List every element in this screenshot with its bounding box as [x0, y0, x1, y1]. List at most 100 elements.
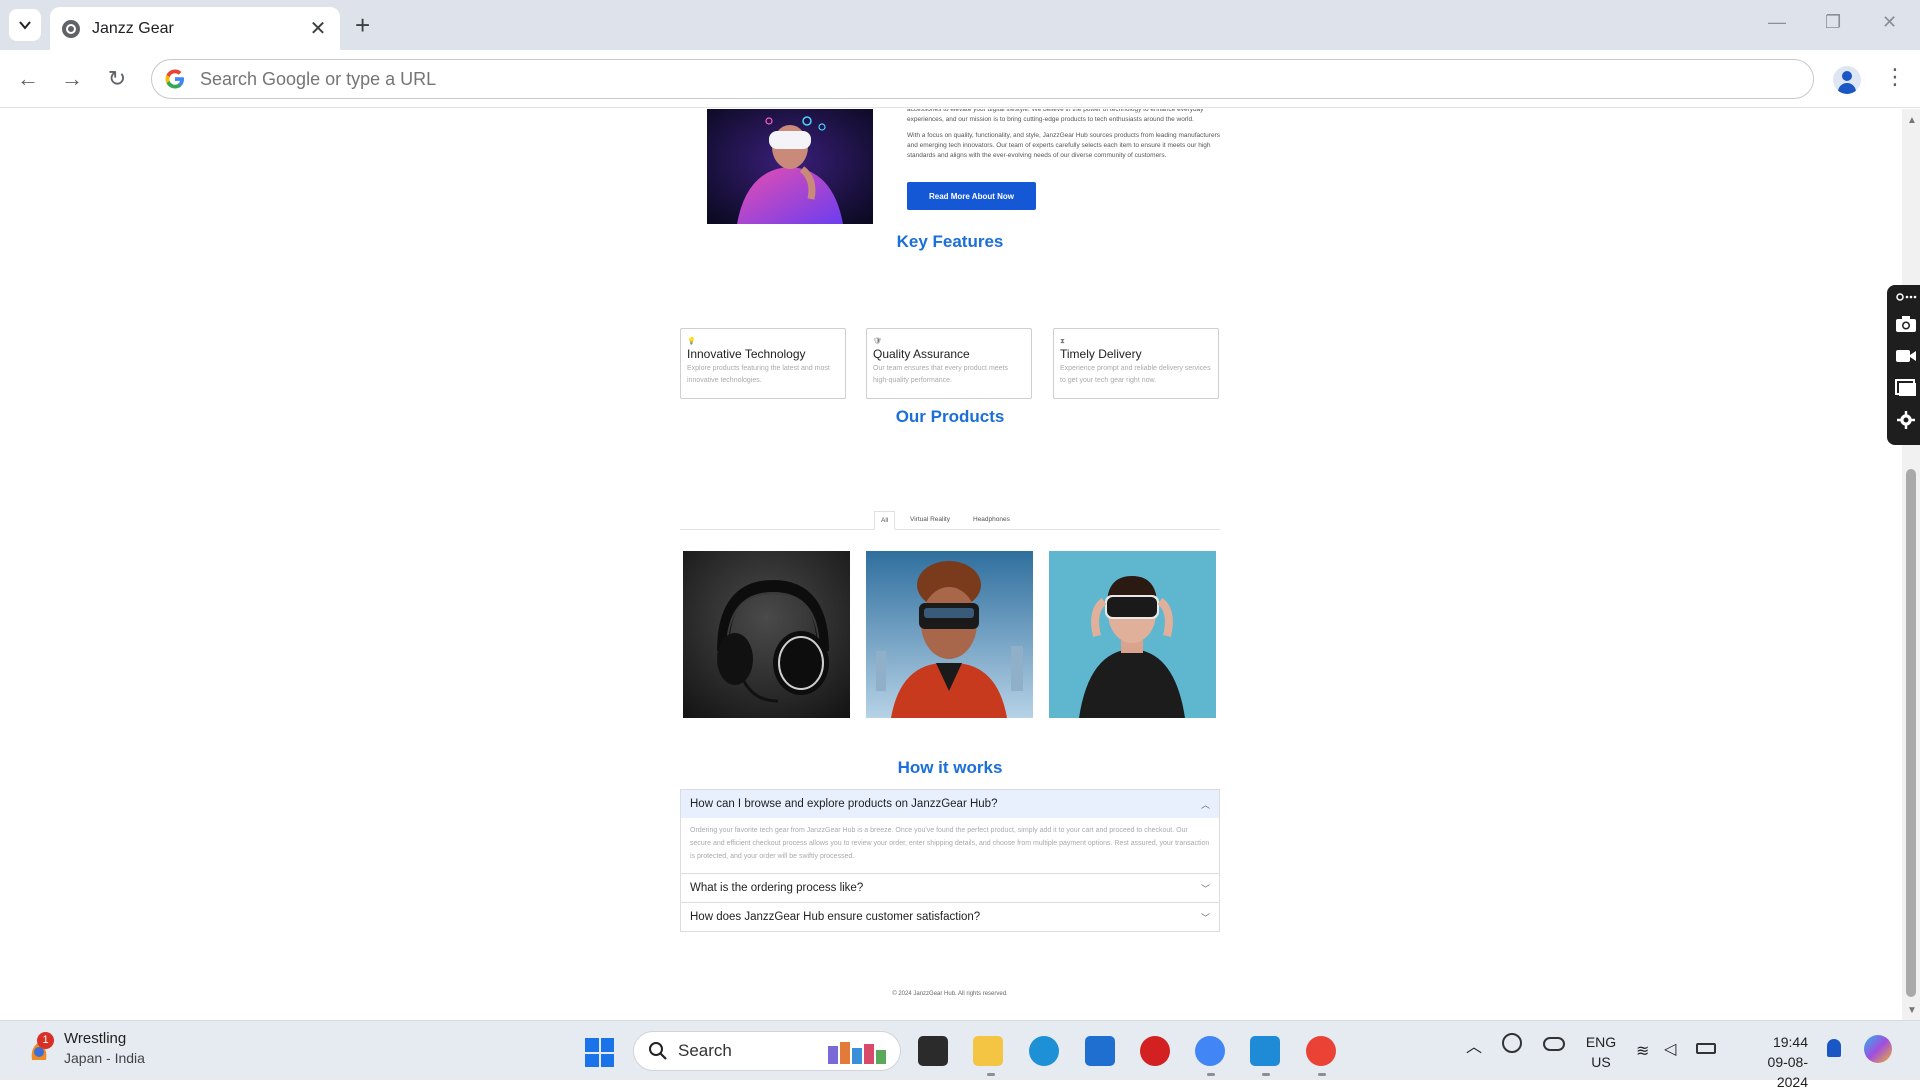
vscode-icon[interactable] — [1250, 1036, 1280, 1066]
feature-title: Quality Assurance — [873, 347, 970, 361]
feature-description: Our team ensures that every product meet… — [873, 365, 1009, 384]
faq-question-1[interactable]: How can I browse and explore products on… — [681, 790, 1219, 818]
tab-strip: Janzz Gear ✕ + — ❐ ✕ — [0, 0, 1920, 50]
faq-question-text: How does JanzzGear Hub ensure customer s… — [690, 911, 981, 923]
globe-icon — [62, 19, 80, 38]
new-tab-button[interactable]: + — [355, 12, 370, 38]
system-clock[interactable]: 19:44 09-08-2024 — [1738, 1032, 1808, 1092]
running-indicator — [1207, 1073, 1215, 1076]
feature-card: ⧗ Timely Delivery Experience prompt and … — [1053, 328, 1219, 399]
product-image-vr-man[interactable] — [866, 551, 1033, 718]
restore-button[interactable]: ❐ — [1825, 12, 1841, 33]
gear-icon[interactable] — [1895, 411, 1917, 429]
feature-description: Explore products featuring the latest an… — [687, 365, 830, 384]
about-paragraph: accessories to elevate your digital life… — [907, 109, 1204, 123]
widget-title: Wrestling — [64, 1030, 127, 1047]
tab-headphones[interactable]: Headphones — [967, 511, 1016, 530]
language-code: ENG — [1585, 1034, 1617, 1050]
video-camera-icon[interactable] — [1895, 347, 1917, 365]
clock-time: 19:44 — [1772, 1034, 1808, 1050]
sports-icon: 1 — [26, 1031, 54, 1062]
google-icon — [165, 69, 184, 89]
input-language[interactable]: ENG US — [1583, 1032, 1619, 1072]
wifi-icon[interactable]: ≋ — [1636, 1041, 1649, 1061]
camera-icon[interactable] — [1895, 315, 1917, 333]
read-more-button[interactable]: Read More About Now — [907, 182, 1036, 210]
shield-check-icon: 🛡 — [873, 338, 882, 345]
screen-recorder-toolbar — [1887, 285, 1920, 445]
copilot-icon[interactable] — [1864, 1035, 1892, 1063]
browser-menu-icon[interactable]: ⋮ — [1884, 66, 1906, 88]
taskbar-search[interactable]: Search — [633, 1031, 901, 1071]
task-view-icon[interactable] — [918, 1036, 948, 1066]
file-explorer-icon[interactable] — [973, 1036, 1003, 1066]
notification-badge: 1 — [37, 1031, 54, 1049]
faq-question-text: How can I browse and explore products on… — [690, 798, 998, 810]
page-viewport: accessories to elevate your digital life… — [0, 109, 1902, 1020]
address-bar[interactable] — [151, 59, 1814, 99]
recorder-icon[interactable] — [1140, 1036, 1170, 1066]
scrollbar-thumb[interactable] — [1906, 469, 1916, 997]
chrome-profile-icon[interactable] — [1195, 1036, 1225, 1066]
close-window-button[interactable]: ✕ — [1882, 12, 1897, 33]
search-highlight-icon — [828, 1042, 886, 1064]
product-image-headphones[interactable] — [683, 551, 850, 718]
faq-answer-1: Ordering your favorite tech gear from Ja… — [690, 827, 1210, 860]
windows-start-icon[interactable] — [585, 1038, 614, 1067]
chevron-up-icon: ︿ — [1200, 799, 1210, 810]
windows-taskbar: 1 Wrestling Japan - India Search ︿ ENG U… — [0, 1020, 1920, 1090]
key-features-title: Key Features — [896, 232, 1004, 251]
tab-all[interactable]: All — [874, 511, 896, 530]
address-input[interactable] — [200, 68, 1813, 90]
search-label: Search — [678, 1041, 732, 1060]
sync-icon[interactable] — [1502, 1033, 1522, 1053]
edge-icon[interactable] — [1029, 1036, 1059, 1066]
chevron-down-icon: ﹀ — [1200, 883, 1210, 894]
hourglass-icon: ⧗ — [1060, 338, 1065, 345]
widget-subtitle: Japan - India — [64, 1050, 145, 1066]
faq-accordion: How can I browse and explore products on… — [680, 789, 1220, 932]
onedrive-icon[interactable] — [1543, 1037, 1565, 1051]
feature-card: 💡 Innovative Technology Explore products… — [680, 328, 846, 399]
chevron-down-icon — [19, 21, 31, 30]
scroll-down-arrow-icon[interactable]: ▼ — [1907, 1005, 1917, 1016]
feature-title: Innovative Technology — [687, 347, 806, 361]
faq-question-2[interactable]: What is the ordering process like? ﹀ — [681, 874, 1219, 902]
close-tab-icon[interactable]: ✕ — [308, 16, 328, 41]
about-paragraph: With a focus on quality, functionality, … — [907, 132, 1220, 159]
chevron-down-icon: ﹀ — [1200, 912, 1210, 923]
page-scrollbar[interactable]: ▲ ▼ — [1902, 109, 1920, 1020]
running-indicator — [1318, 1073, 1326, 1076]
about-image — [707, 109, 873, 224]
tab-title: Janzz Gear — [92, 19, 174, 37]
browser-tab[interactable]: Janzz Gear ✕ — [50, 7, 340, 50]
back-button[interactable]: ← — [13, 64, 43, 94]
running-indicator — [1262, 1073, 1270, 1076]
weather-widget[interactable]: 1 Wrestling Japan - India — [26, 1029, 145, 1068]
tab-virtual-reality[interactable]: Virtual Reality — [904, 511, 956, 530]
chrome-icon[interactable] — [1306, 1036, 1336, 1066]
product-image-vr-woman[interactable] — [1049, 551, 1216, 718]
reload-button[interactable]: ↻ — [102, 64, 132, 94]
minimize-button[interactable]: — — [1768, 12, 1786, 33]
faq-question-3[interactable]: How does JanzzGear Hub ensure customer s… — [681, 903, 1219, 931]
tab-search-button[interactable] — [9, 9, 41, 41]
region-code: US — [1591, 1054, 1611, 1070]
tool-more-icon[interactable] — [1895, 291, 1917, 309]
windows-icon[interactable] — [1895, 379, 1917, 397]
feature-card: 🛡 Quality Assurance Our team ensures tha… — [866, 328, 1032, 399]
product-filter-tabs: All Virtual Reality Headphones — [680, 501, 1220, 530]
footer-copyright: © 2024 JanzzGear Hub. All rights reserve… — [892, 991, 1008, 997]
microsoft-store-icon[interactable] — [1085, 1036, 1115, 1066]
notification-bell-icon[interactable] — [1827, 1039, 1841, 1057]
clock-date: 09-08-2024 — [1767, 1054, 1808, 1090]
profile-avatar-icon[interactable] — [1833, 66, 1861, 94]
scroll-up-arrow-icon[interactable]: ▲ — [1907, 115, 1917, 126]
forward-button[interactable]: → — [57, 64, 87, 94]
running-indicator — [987, 1073, 995, 1076]
battery-icon[interactable] — [1696, 1043, 1716, 1054]
show-hidden-icons-icon[interactable]: ︿ — [1466, 1033, 1482, 1057]
search-icon — [649, 1042, 667, 1060]
volume-icon[interactable]: ◁ — [1664, 1039, 1676, 1059]
faq-question-text: What is the ordering process like? — [690, 882, 864, 894]
